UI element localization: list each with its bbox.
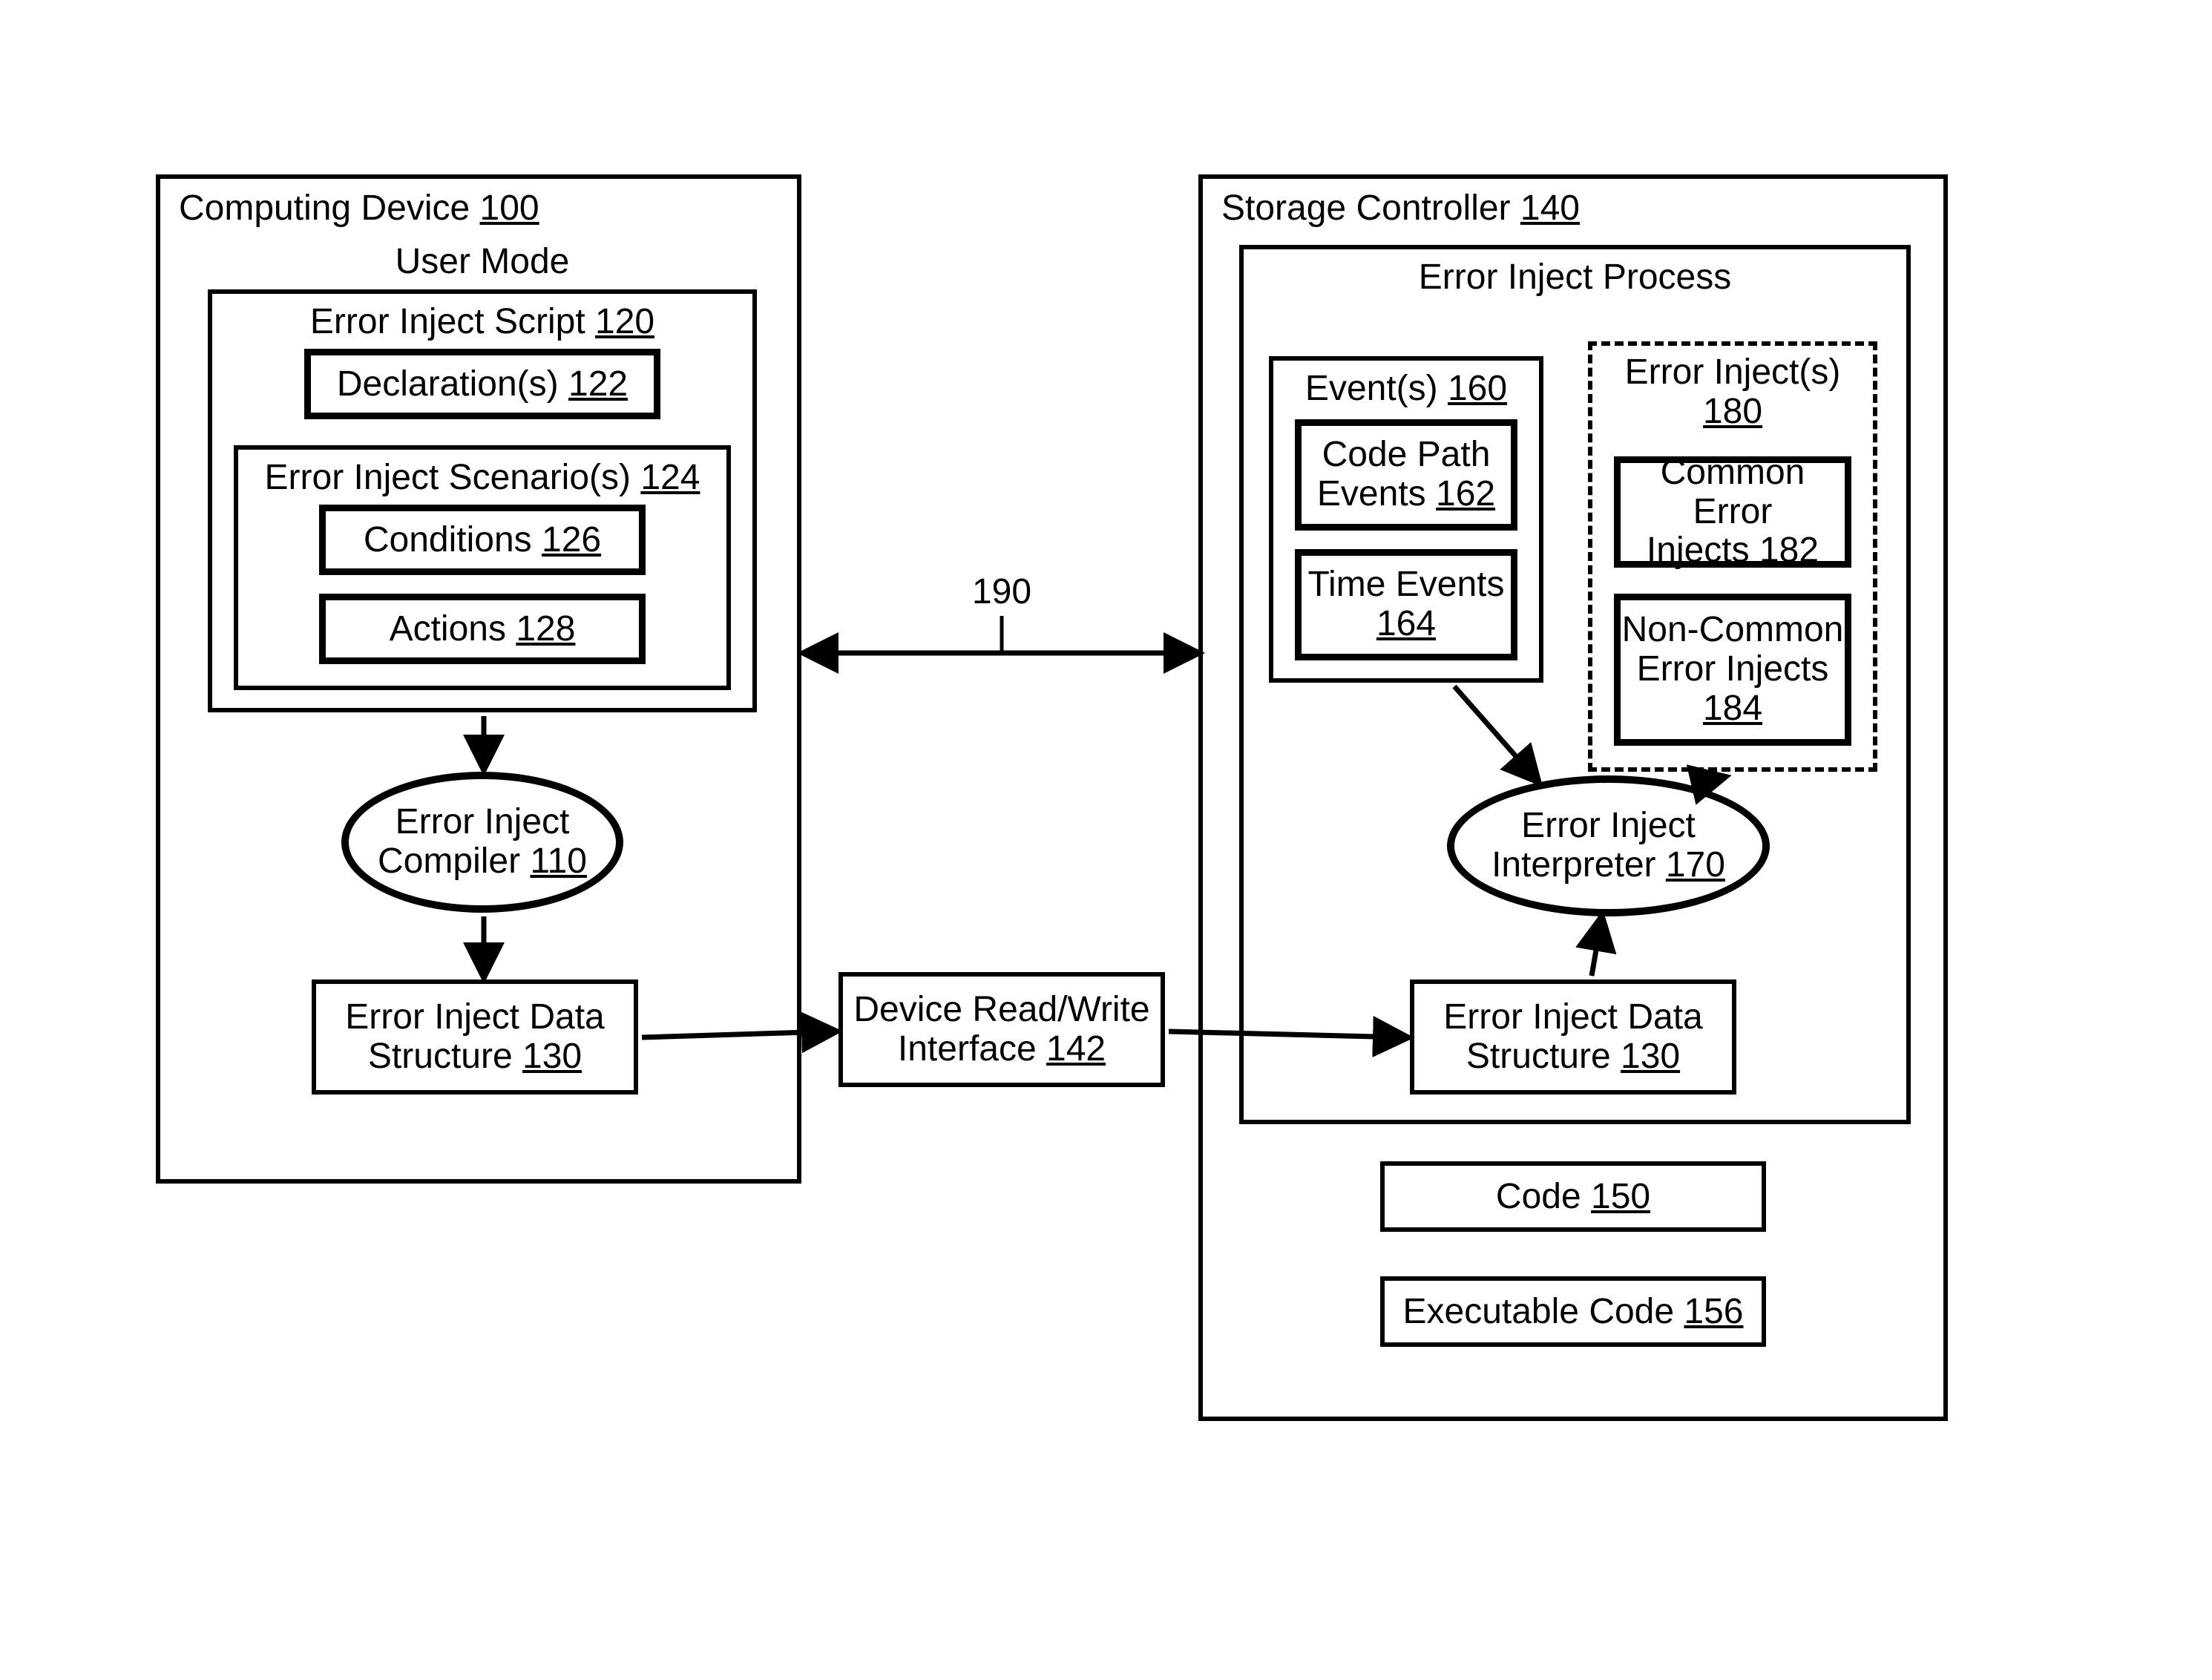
script-label: Error Inject Script: [310, 302, 585, 341]
ds-left-label1: Error Inject Data: [316, 998, 634, 1037]
ci-label2: Injects: [1647, 531, 1750, 570]
device-rw-box: Device Read/Write Interface 142: [838, 972, 1165, 1087]
code-box: Code 150: [1380, 1161, 1766, 1232]
data-structure-left-box: Error Inject Data Structure 130: [312, 980, 638, 1095]
storage-controller-num: 140: [1520, 188, 1580, 228]
compiler-ellipse: Error Inject Compiler 110: [341, 772, 623, 913]
actions-num: 128: [516, 609, 575, 649]
interpreter-ellipse: Error Inject Interpreter 170: [1447, 775, 1770, 916]
ds-right-label2-line: Structure 130: [1414, 1037, 1732, 1077]
nci-num: 184: [1703, 689, 1762, 728]
ds-right-label1: Error Inject Data: [1414, 998, 1732, 1037]
compiler-num: 110: [530, 841, 587, 881]
events-label: Event(s): [1305, 369, 1438, 408]
computing-device-num: 100: [480, 188, 539, 228]
declarations-num: 122: [568, 364, 628, 404]
ds-left-label2: Structure: [368, 1037, 513, 1076]
interpreter-label2: Interpreter: [1491, 845, 1655, 885]
cpe-label2: Events: [1317, 474, 1426, 513]
code-num: 150: [1591, 1177, 1650, 1216]
te-num-line: 164: [1376, 605, 1436, 644]
device-rw-num: 142: [1046, 1029, 1106, 1069]
error-injects-label: Error Inject(s): [1625, 352, 1841, 392]
ds-left-num: 130: [522, 1037, 582, 1076]
exec-code-label: Executable Code: [1402, 1292, 1674, 1331]
noncommon-injects-box: Non-Common Error Injects 184: [1614, 594, 1851, 746]
code-path-events-box: Code Path Events 162: [1295, 419, 1517, 531]
process-title: Error Inject Process: [1244, 257, 1906, 298]
code-title: Code 150: [1385, 1176, 1762, 1217]
actions-title: Actions 128: [390, 608, 576, 649]
time-events-box: Time Events 164: [1295, 549, 1517, 660]
cpe-label2-line: Events 162: [1317, 475, 1495, 514]
conditions-num: 126: [542, 520, 601, 560]
exec-code-num: 156: [1684, 1292, 1743, 1331]
error-injects-num-line: 180: [1592, 393, 1873, 432]
scenarios-label: Error Inject Scenario(s): [265, 458, 631, 497]
common-injects-box: Common Error Injects 182: [1614, 456, 1851, 568]
nci-label1: Non-Common: [1622, 611, 1844, 650]
device-rw-label2-line: Interface 142: [843, 1030, 1161, 1069]
declarations-label: Declaration(s): [337, 364, 559, 404]
actions-box: Actions 128: [319, 594, 646, 664]
compiler-label2-line: Compiler 110: [378, 842, 587, 882]
interpreter-num: 170: [1666, 845, 1725, 885]
conditions-box: Conditions 126: [319, 505, 646, 575]
compiler-label1: Error Inject: [396, 803, 570, 842]
error-injects-num: 180: [1703, 392, 1762, 431]
connection-190-label: 190: [968, 571, 1035, 612]
ds-right-label2: Structure: [1466, 1037, 1611, 1076]
ds-left-label2-line: Structure 130: [316, 1037, 634, 1077]
actions-label: Actions: [390, 609, 506, 649]
interpreter-label2-line: Interpreter 170: [1491, 846, 1725, 885]
storage-controller-label: Storage Controller: [1221, 188, 1511, 228]
data-structure-right-box: Error Inject Data Structure 130: [1410, 980, 1736, 1095]
ci-label1: Common Error: [1621, 453, 1845, 532]
device-rw-label2: Interface: [898, 1029, 1037, 1069]
storage-controller-title: Storage Controller 140: [1221, 188, 1580, 229]
executable-code-box: Executable Code 156: [1380, 1276, 1766, 1347]
device-rw-label1: Device Read/Write: [843, 991, 1161, 1030]
events-title: Event(s) 160: [1273, 368, 1539, 409]
scenarios-num: 124: [640, 458, 700, 497]
scenarios-title: Error Inject Scenario(s) 124: [238, 457, 726, 498]
computing-device-label: Computing Device: [179, 188, 470, 228]
nci-label2: Error Injects: [1637, 650, 1829, 689]
conditions-label: Conditions: [364, 520, 532, 560]
ds-right-num: 130: [1621, 1037, 1680, 1076]
connection-190-num: 190: [972, 572, 1031, 611]
process-label: Error Inject Process: [1419, 257, 1731, 297]
computing-device-title: Computing Device 100: [179, 188, 539, 229]
user-mode-label: User Mode: [396, 242, 570, 281]
code-label: Code: [1496, 1177, 1581, 1216]
error-injects-title: Error Inject(s): [1592, 353, 1873, 393]
script-num: 120: [595, 302, 654, 341]
declarations-title: Declaration(s) 122: [337, 364, 628, 404]
nci-num-line: 184: [1703, 689, 1762, 729]
cpe-num: 162: [1436, 474, 1495, 513]
te-label1: Time Events: [1308, 565, 1505, 605]
events-num: 160: [1448, 369, 1507, 408]
script-title: Error Inject Script 120: [212, 301, 752, 342]
user-mode-title: User Mode: [386, 241, 579, 282]
declarations-box: Declaration(s) 122: [304, 349, 660, 419]
te-num: 164: [1376, 604, 1436, 643]
ci-label2-line: Injects 182: [1647, 531, 1819, 571]
conditions-title: Conditions 126: [364, 519, 601, 560]
interpreter-label1: Error Inject: [1521, 807, 1696, 846]
exec-code-title: Executable Code 156: [1385, 1291, 1762, 1332]
compiler-label2: Compiler: [378, 841, 520, 881]
ci-num: 182: [1759, 531, 1819, 570]
cpe-label1: Code Path: [1322, 436, 1491, 475]
